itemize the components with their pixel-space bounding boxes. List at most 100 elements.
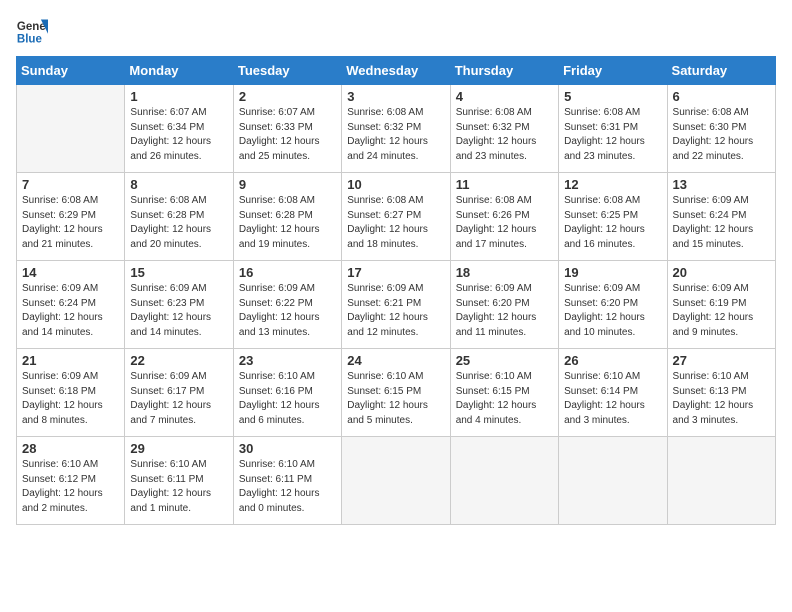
page-header: General Blue [16,16,776,48]
week-row-2: 14 Sunrise: 6:09 AMSunset: 6:24 PMDayligh… [17,261,776,349]
week-row-0: 1 Sunrise: 6:07 AMSunset: 6:34 PMDaylight… [17,85,776,173]
day-number: 17 [347,265,444,280]
day-header-friday: Friday [559,57,667,85]
day-number: 15 [130,265,227,280]
day-number: 30 [239,441,336,456]
day-info: Sunrise: 6:09 AMSunset: 6:23 PMDaylight:… [130,282,227,340]
day-info: Sunrise: 6:10 AMSunset: 6:16 PMDaylight:… [239,370,336,428]
day-number: 29 [130,441,227,456]
day-info: Sunrise: 6:09 AMSunset: 6:24 PMDaylight:… [673,194,770,252]
day-cell: 23Sunrise: 6:10 AMSunset: 6:16 PMDayligh… [233,349,341,437]
day-header-saturday: Saturday [667,57,775,85]
day-info: Sunrise: 6:10 AMSunset: 6:11 PMDaylight:… [239,458,336,516]
day-header-monday: Monday [125,57,233,85]
svg-text:Blue: Blue [17,34,43,46]
day-info: Sunrise: 6:08 AMSunset: 6:25 PMDaylight:… [564,194,661,252]
day-info: Sunrise: 6:10 AMSunset: 6:14 PMDaylight:… [564,370,661,428]
day-info: Sunrise: 6:09 AMSunset: 6:22 PMDaylight:… [239,282,336,340]
day-number: 26 [564,353,661,368]
week-row-1: 7 Sunrise: 6:08 AMSunset: 6:29 PMDaylight… [17,173,776,261]
day-number: 20 [673,265,770,280]
day-number: 22 [130,353,227,368]
day-number: 8 [130,177,227,192]
day-info: Sunrise: 6:09 AMSunset: 6:17 PMDaylight:… [130,370,227,428]
day-info: Sunrise: 6:09 AMSunset: 6:21 PMDaylight:… [347,282,444,340]
calendar-header-row: SundayMondayTuesdayWednesdayThursdayFrid… [17,57,776,85]
day-number: 21 [22,353,119,368]
day-cell: 22 Sunrise: 6:09 AMSunset: 6:17 PMDayligh… [125,349,233,437]
day-info: Sunrise: 6:10 AMSunset: 6:13 PMDaylight:… [673,370,770,428]
day-cell: 8Sunrise: 6:08 AMSunset: 6:28 PMDaylight… [125,173,233,261]
day-header-thursday: Thursday [450,57,558,85]
day-cell: 5Sunrise: 6:08 AMSunset: 6:31 PMDaylight… [559,85,667,173]
day-number: 1 [130,89,227,104]
day-number: 14 [22,265,119,280]
day-cell: 4 Sunrise: 6:08 AMSunset: 6:32 PMDaylight… [450,85,558,173]
day-number: 25 [456,353,553,368]
day-cell: 10 Sunrise: 6:08 AMSunset: 6:27 PMDayligh… [342,173,450,261]
day-info: Sunrise: 6:07 AMSunset: 6:34 PMDaylight:… [130,106,227,164]
day-header-wednesday: Wednesday [342,57,450,85]
day-number: 4 [456,89,553,104]
day-cell: 12 Sunrise: 6:08 AMSunset: 6:25 PMDayligh… [559,173,667,261]
day-info: Sunrise: 6:09 AMSunset: 6:20 PMDaylight:… [456,282,553,340]
day-number: 7 [22,177,119,192]
day-number: 18 [456,265,553,280]
day-info: Sunrise: 6:08 AMSunset: 6:30 PMDaylight:… [673,106,770,164]
logo: General Blue [16,16,48,48]
day-cell: 24Sunrise: 6:10 AMSunset: 6:15 PMDayligh… [342,349,450,437]
day-number: 13 [673,177,770,192]
day-number: 19 [564,265,661,280]
day-info: Sunrise: 6:10 AMSunset: 6:15 PMDaylight:… [347,370,444,428]
day-info: Sunrise: 6:09 AMSunset: 6:19 PMDaylight:… [673,282,770,340]
day-cell: 2 Sunrise: 6:07 AMSunset: 6:33 PMDaylight… [233,85,341,173]
day-cell: 14 Sunrise: 6:09 AMSunset: 6:24 PMDayligh… [17,261,125,349]
day-info: Sunrise: 6:09 AMSunset: 6:20 PMDaylight:… [564,282,661,340]
day-info: Sunrise: 6:10 AMSunset: 6:12 PMDaylight:… [22,458,119,516]
day-cell: 9Sunrise: 6:08 AMSunset: 6:28 PMDaylight… [233,173,341,261]
day-number: 3 [347,89,444,104]
day-cell: 28Sunrise: 6:10 AMSunset: 6:12 PMDayligh… [17,437,125,525]
day-cell: 16 Sunrise: 6:09 AMSunset: 6:22 PMDayligh… [233,261,341,349]
day-number: 6 [673,89,770,104]
day-info: Sunrise: 6:07 AMSunset: 6:33 PMDaylight:… [239,106,336,164]
day-cell: 27 Sunrise: 6:10 AMSunset: 6:13 PMDayligh… [667,349,775,437]
day-cell: 13 Sunrise: 6:09 AMSunset: 6:24 PMDayligh… [667,173,775,261]
day-header-sunday: Sunday [17,57,125,85]
day-info: Sunrise: 6:08 AMSunset: 6:31 PMDaylight:… [564,106,661,164]
day-info: Sunrise: 6:08 AMSunset: 6:26 PMDaylight:… [456,194,553,252]
day-info: Sunrise: 6:09 AMSunset: 6:18 PMDaylight:… [22,370,119,428]
day-info: Sunrise: 6:10 AMSunset: 6:11 PMDaylight:… [130,458,227,516]
calendar-table: SundayMondayTuesdayWednesdayThursdayFrid… [16,56,776,525]
day-cell: 3Sunrise: 6:08 AMSunset: 6:32 PMDaylight… [342,85,450,173]
day-cell: 17 Sunrise: 6:09 AMSunset: 6:21 PMDayligh… [342,261,450,349]
day-cell [667,437,775,525]
day-cell: 26 Sunrise: 6:10 AMSunset: 6:14 PMDayligh… [559,349,667,437]
day-cell: 18 Sunrise: 6:09 AMSunset: 6:20 PMDayligh… [450,261,558,349]
day-info: Sunrise: 6:08 AMSunset: 6:32 PMDaylight:… [456,106,553,164]
day-info: Sunrise: 6:08 AMSunset: 6:29 PMDaylight:… [22,194,119,252]
day-cell: 7 Sunrise: 6:08 AMSunset: 6:29 PMDaylight… [17,173,125,261]
day-number: 12 [564,177,661,192]
day-info: Sunrise: 6:08 AMSunset: 6:27 PMDaylight:… [347,194,444,252]
day-info: Sunrise: 6:09 AMSunset: 6:24 PMDaylight:… [22,282,119,340]
day-cell: 15 Sunrise: 6:09 AMSunset: 6:23 PMDayligh… [125,261,233,349]
day-number: 16 [239,265,336,280]
week-row-4: 28Sunrise: 6:10 AMSunset: 6:12 PMDayligh… [17,437,776,525]
day-info: Sunrise: 6:10 AMSunset: 6:15 PMDaylight:… [456,370,553,428]
day-number: 2 [239,89,336,104]
day-cell [342,437,450,525]
day-cell: 19 Sunrise: 6:09 AMSunset: 6:20 PMDayligh… [559,261,667,349]
day-number: 10 [347,177,444,192]
week-row-3: 21 Sunrise: 6:09 AMSunset: 6:18 PMDayligh… [17,349,776,437]
day-info: Sunrise: 6:08 AMSunset: 6:28 PMDaylight:… [239,194,336,252]
day-cell: 25 Sunrise: 6:10 AMSunset: 6:15 PMDayligh… [450,349,558,437]
day-cell: 29 Sunrise: 6:10 AMSunset: 6:11 PMDayligh… [125,437,233,525]
day-number: 27 [673,353,770,368]
day-cell [17,85,125,173]
day-cell [559,437,667,525]
day-cell: 30 Sunrise: 6:10 AMSunset: 6:11 PMDayligh… [233,437,341,525]
day-header-tuesday: Tuesday [233,57,341,85]
day-cell: 11Sunrise: 6:08 AMSunset: 6:26 PMDayligh… [450,173,558,261]
calendar-body: 1 Sunrise: 6:07 AMSunset: 6:34 PMDaylight… [17,85,776,525]
